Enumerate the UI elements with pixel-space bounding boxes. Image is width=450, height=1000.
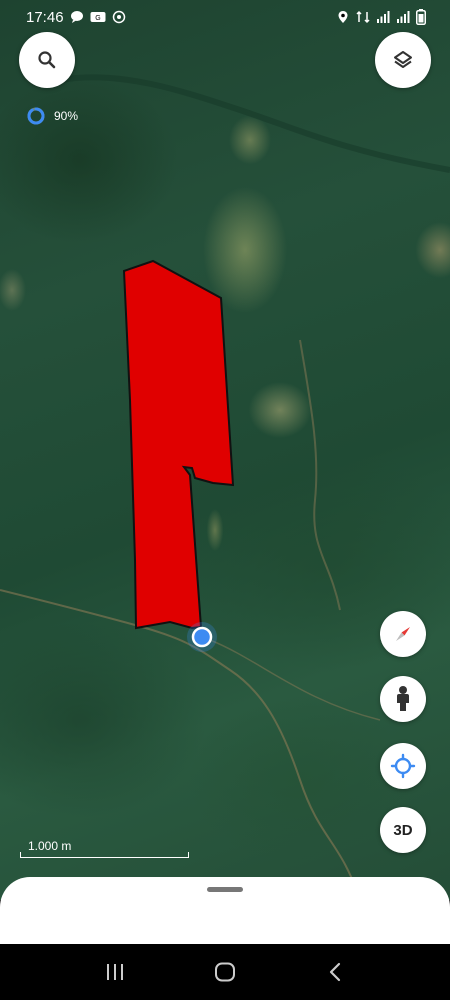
battery-icon (416, 9, 426, 25)
recents-icon (107, 964, 123, 980)
sync-icon (356, 10, 370, 24)
location-sharing-icon (112, 10, 125, 24)
field-boundary-polygon[interactable] (122, 259, 235, 630)
compass-icon (396, 627, 410, 641)
progress-label: 90% (54, 109, 79, 123)
signal-icon (377, 11, 390, 23)
search-button[interactable] (19, 32, 75, 88)
location-icon (338, 11, 348, 23)
scale-bar (20, 852, 189, 858)
river (59, 74, 450, 173)
progress-ring-icon (27, 107, 45, 125)
map-scale: 1.000 m (20, 838, 189, 858)
search-icon (38, 51, 56, 69)
message-icon (70, 11, 83, 23)
home-button[interactable] (205, 952, 245, 992)
back-icon (329, 962, 341, 982)
back-button[interactable] (315, 952, 355, 992)
3d-toggle-label: 3D (393, 821, 413, 839)
data-saver-icon: G (90, 12, 106, 22)
current-location-dot (191, 626, 213, 648)
home-icon (215, 962, 235, 982)
compass-button[interactable] (380, 611, 426, 657)
track-path (299, 339, 341, 611)
system-navigation-bar (0, 944, 450, 1000)
bottom-sheet[interactable] (0, 877, 450, 944)
recents-button[interactable] (95, 952, 135, 992)
status-bar: 17:46 G (0, 0, 450, 34)
layers-icon (394, 51, 412, 68)
layers-button[interactable] (375, 32, 431, 88)
my-location-button[interactable] (380, 743, 426, 789)
street-view-button[interactable] (380, 676, 426, 722)
scale-label: 1.000 m (28, 839, 72, 853)
my-location-icon (390, 753, 416, 779)
sheet-drag-handle[interactable] (207, 887, 243, 892)
3d-toggle-button[interactable]: 3D (380, 807, 426, 853)
pegman-icon (397, 686, 409, 711)
track-path (209, 639, 381, 721)
signal-icon (397, 11, 410, 23)
loading-progress: 90% (26, 106, 78, 126)
svg-text:G: G (95, 15, 100, 22)
status-time: 17:46 (26, 8, 64, 26)
